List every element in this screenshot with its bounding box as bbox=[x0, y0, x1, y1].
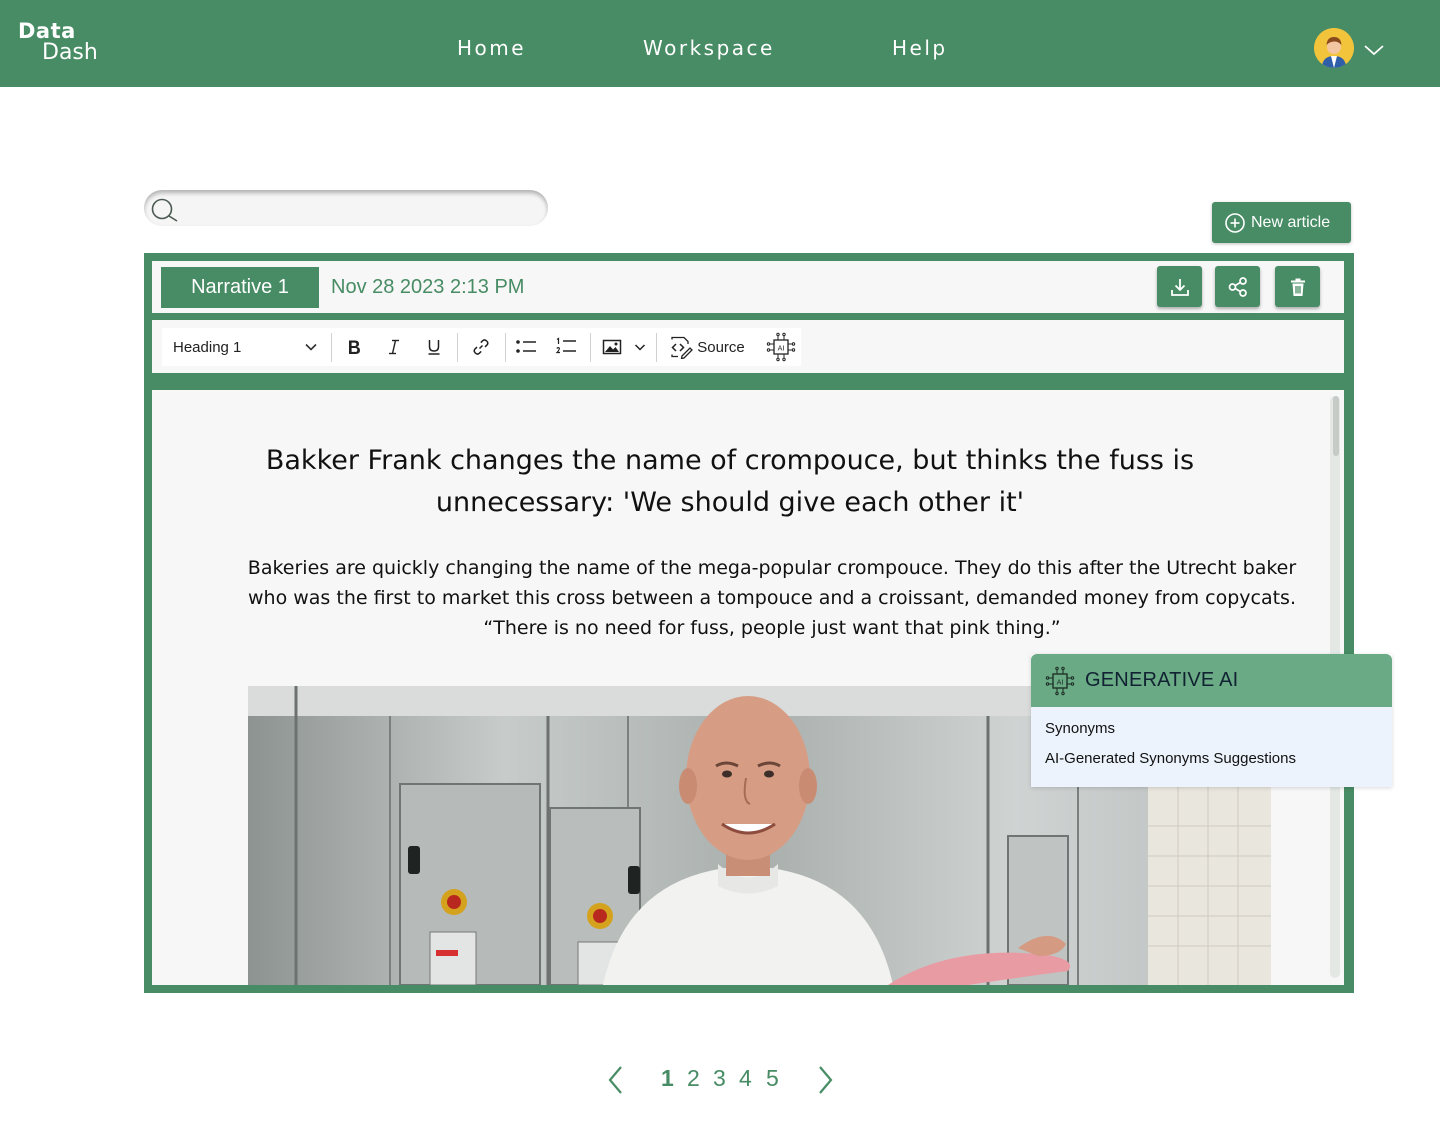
ai-chip-icon: AI bbox=[766, 332, 796, 362]
bulleted-list-icon bbox=[516, 340, 536, 353]
source-label: Source bbox=[697, 338, 745, 356]
italic-button[interactable] bbox=[378, 328, 410, 366]
chevron-down-icon bbox=[305, 343, 317, 351]
top-nav-bar: Data Dash Home Workspace Help bbox=[0, 0, 1440, 87]
numbered-list-icon bbox=[555, 337, 576, 354]
logo-line-1: Data bbox=[18, 19, 76, 43]
nav-help[interactable]: Help bbox=[892, 36, 948, 60]
bulleted-list-button[interactable] bbox=[510, 328, 542, 366]
chevron-down-icon[interactable] bbox=[1362, 38, 1386, 62]
narrative-tab[interactable]: Narrative 1 bbox=[161, 267, 319, 308]
download-button[interactable] bbox=[1157, 266, 1202, 307]
search-icon[interactable] bbox=[150, 197, 180, 223]
toolbar-divider bbox=[505, 333, 506, 362]
underline-icon bbox=[428, 340, 440, 355]
numbered-list-button[interactable] bbox=[550, 328, 582, 366]
generative-ai-header: AI GENERATIVE AI bbox=[1031, 654, 1392, 707]
nav-workspace[interactable]: Workspace bbox=[643, 36, 775, 60]
generative-ai-panel: AI GENERATIVE AI Synonyms AI-Generated S… bbox=[1031, 654, 1392, 787]
ai-menu-item-synonyms[interactable]: Synonyms bbox=[1045, 720, 1115, 737]
trash-icon bbox=[1290, 278, 1305, 296]
svg-text:AI: AI bbox=[778, 345, 785, 353]
search-input[interactable] bbox=[184, 194, 534, 222]
generative-ai-title: GENERATIVE AI bbox=[1085, 669, 1239, 691]
logo-line-2: Dash bbox=[42, 40, 98, 65]
narrative-date: Nov 28 2023 2:13 PM bbox=[331, 276, 525, 298]
nav-home[interactable]: Home bbox=[457, 36, 526, 60]
page-5-link[interactable]: 5 bbox=[766, 1065, 779, 1092]
previous-page-icon[interactable] bbox=[604, 1064, 628, 1096]
avatar[interactable] bbox=[1314, 28, 1354, 68]
content-scrollbar-thumb[interactable] bbox=[1333, 396, 1339, 456]
heading-select-value: Heading 1 bbox=[173, 338, 242, 356]
new-article-label: New article bbox=[1251, 213, 1331, 231]
share-button[interactable] bbox=[1215, 266, 1260, 307]
toolbar-divider bbox=[331, 333, 332, 362]
share-icon bbox=[1228, 276, 1247, 297]
image-options-dropdown[interactable] bbox=[629, 328, 651, 366]
plus-circle-icon bbox=[1225, 212, 1245, 233]
ai-assistant-button[interactable]: AI bbox=[762, 328, 800, 366]
image-icon bbox=[602, 339, 622, 355]
chevron-down-icon bbox=[634, 344, 646, 351]
page-1-link[interactable]: 1 bbox=[661, 1065, 674, 1092]
toolbar-divider bbox=[457, 333, 458, 362]
bold-button[interactable] bbox=[338, 328, 370, 366]
logo[interactable]: Data Dash bbox=[18, 20, 98, 64]
toolbar-divider bbox=[590, 333, 591, 362]
toolbar-divider bbox=[656, 333, 657, 362]
insert-image-button[interactable] bbox=[597, 328, 627, 366]
delete-button[interactable] bbox=[1275, 266, 1320, 307]
download-icon bbox=[1170, 278, 1189, 296]
page-2-link[interactable]: 2 bbox=[687, 1065, 700, 1092]
link-button[interactable] bbox=[464, 328, 498, 366]
bold-icon bbox=[349, 340, 360, 354]
article-title[interactable]: Bakker Frank changes the name of crompou… bbox=[240, 440, 1220, 524]
ai-chip-icon: AI bbox=[1045, 666, 1075, 695]
new-article-button[interactable]: New article bbox=[1212, 202, 1351, 243]
source-button[interactable]: Source bbox=[664, 328, 750, 366]
page-4-link[interactable]: 4 bbox=[739, 1065, 752, 1092]
svg-text:AI: AI bbox=[1057, 678, 1064, 686]
page-3-link[interactable]: 3 bbox=[713, 1065, 726, 1092]
next-page-icon[interactable] bbox=[813, 1064, 837, 1096]
editor-toolbar: Heading 1 Source AI bbox=[162, 328, 801, 366]
link-icon bbox=[473, 339, 489, 355]
italic-icon bbox=[389, 339, 399, 355]
underline-button[interactable] bbox=[418, 328, 450, 366]
source-icon bbox=[671, 336, 694, 359]
user-avatar-icon bbox=[1314, 28, 1354, 68]
ai-menu-item-synonym-suggestions[interactable]: AI-Generated Synonyms Suggestions bbox=[1045, 750, 1296, 767]
search-bar bbox=[144, 190, 548, 226]
heading-select[interactable]: Heading 1 bbox=[162, 328, 328, 366]
generative-ai-menu: Synonyms AI-Generated Synonyms Suggestio… bbox=[1031, 707, 1392, 787]
article-lead[interactable]: Bakeries are quickly changing the name o… bbox=[236, 553, 1308, 643]
